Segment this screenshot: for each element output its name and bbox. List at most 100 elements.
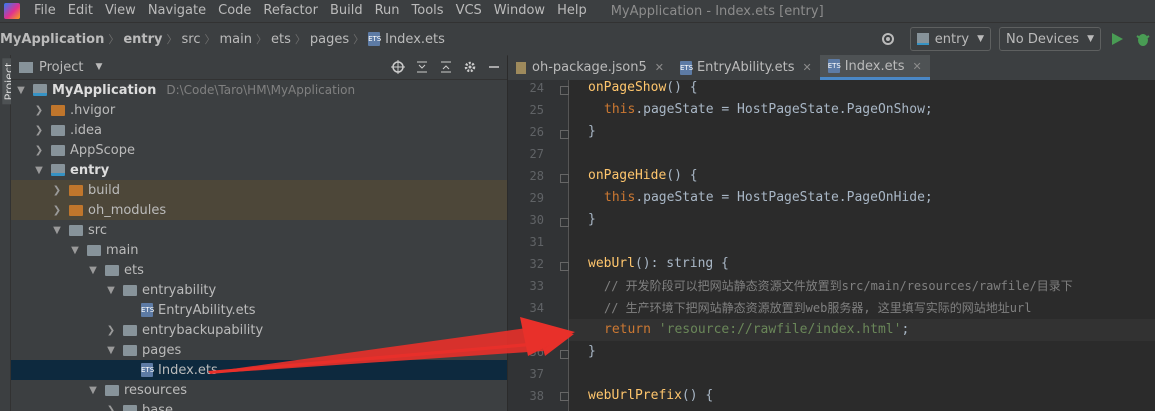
chevron-down-icon[interactable]: ▼ <box>105 285 117 296</box>
breadcrumb-item-src[interactable]: src <box>182 32 201 47</box>
tree-row-appscope[interactable]: ❯ AppScope <box>11 140 507 160</box>
breadcrumb-item-project[interactable]: MyApplication <box>0 32 104 47</box>
chevron-right-icon: 〉 <box>166 33 178 46</box>
line-number: 36 <box>529 345 544 359</box>
run-config-label: entry <box>934 31 970 47</box>
tree-row-entryability-file[interactable]: ETS EntryAbility.ets <box>11 300 507 320</box>
code-comment-line: // 开发阶段可以把网站静态资源文件放置到src/main/resources/… <box>604 279 1073 293</box>
code-editor[interactable]: onPageShow() { this.pageState = HostPage… <box>569 80 1155 411</box>
close-icon[interactable]: ✕ <box>913 60 922 73</box>
fold-marker-icon[interactable] <box>560 262 569 271</box>
chevron-down-icon[interactable]: ▼ <box>33 165 45 176</box>
breadcrumb-item-ets[interactable]: ets <box>271 32 291 47</box>
tab-index[interactable]: ETS Index.ets ✕ <box>819 55 930 80</box>
chevron-right-icon[interactable]: ❯ <box>33 145 45 156</box>
module-folder-icon <box>51 164 65 176</box>
tree-row-ets[interactable]: ▼ ets <box>11 260 507 280</box>
tree-row-hvigor[interactable]: ❯ .hvigor <box>11 100 507 120</box>
code-line: } <box>588 212 596 227</box>
run-config-dropdown[interactable]: entry ▼ <box>909 27 992 51</box>
tab-label: oh-package.json5 <box>532 60 647 75</box>
menu-code[interactable]: Code <box>212 0 257 22</box>
target-icon[interactable] <box>880 31 896 47</box>
menu-build[interactable]: Build <box>324 0 369 22</box>
folder-icon <box>123 344 137 356</box>
locate-icon[interactable] <box>391 60 405 74</box>
chevron-down-icon[interactable]: ▼ <box>15 85 27 96</box>
breadcrumb-item-pages[interactable]: pages <box>310 32 349 47</box>
ets-file-icon: ETS <box>679 60 693 75</box>
fold-marker-icon[interactable] <box>560 392 569 401</box>
tree-row-entry[interactable]: ▼ entry <box>11 160 507 180</box>
menu-edit[interactable]: Edit <box>62 0 99 22</box>
chevron-right-icon[interactable]: ❯ <box>51 205 63 216</box>
dropdown-arrow-icon[interactable]: ▼ <box>95 62 102 72</box>
folder-icon <box>51 124 65 136</box>
tree-row-entrybackupability[interactable]: ❯ entrybackupability <box>11 320 507 340</box>
tree-row-entryability[interactable]: ▼ entryability <box>11 280 507 300</box>
project-tree: ▼ MyApplication D:\Code\Taro\HM\MyApplic… <box>11 80 507 411</box>
breadcrumb-item-module[interactable]: entry <box>123 32 162 47</box>
folder-icon <box>105 264 119 276</box>
chevron-down-icon[interactable]: ▼ <box>87 385 99 396</box>
chevron-right-icon[interactable]: ❯ <box>105 405 117 411</box>
folder-icon <box>123 284 137 296</box>
tree-row-resources[interactable]: ▼ resources <box>11 380 507 400</box>
gear-icon[interactable] <box>463 60 477 74</box>
tab-entryability[interactable]: ETS EntryAbility.ets ✕ <box>672 55 820 80</box>
chevron-right-icon[interactable]: ❯ <box>51 185 63 196</box>
menu-help[interactable]: Help <box>551 0 593 22</box>
fold-marker-icon[interactable] <box>560 218 569 227</box>
tree-row-idea[interactable]: ❯ .idea <box>11 120 507 140</box>
chevron-down-icon[interactable]: ▼ <box>87 265 99 276</box>
fold-marker-icon[interactable] <box>560 174 569 183</box>
tree-row-src[interactable]: ▼ src <box>11 220 507 240</box>
run-icon[interactable] <box>1109 31 1125 47</box>
tree-row-base[interactable]: ❯ base <box>11 400 507 411</box>
device-dropdown[interactable]: No Devices ▼ <box>999 27 1101 51</box>
folder-icon <box>51 104 65 116</box>
breadcrumb-item-main[interactable]: main <box>220 32 252 47</box>
close-icon[interactable]: ✕ <box>802 61 811 74</box>
fold-marker-icon[interactable] <box>560 130 569 139</box>
menu-view[interactable]: View <box>99 0 142 22</box>
menu-tools[interactable]: Tools <box>406 0 450 22</box>
menu-navigate[interactable]: Navigate <box>142 0 212 22</box>
debug-icon[interactable] <box>1135 31 1151 47</box>
fold-marker-icon[interactable] <box>560 86 569 95</box>
collapse-all-icon[interactable] <box>439 60 453 74</box>
tree-row-oh-modules[interactable]: ❯ oh_modules <box>11 200 507 220</box>
folder-icon <box>105 384 119 396</box>
close-icon[interactable]: ✕ <box>655 61 664 74</box>
tree-row-pages[interactable]: ▼ pages <box>11 340 507 360</box>
line-number: 37 <box>529 367 544 381</box>
breadcrumb-item-file[interactable]: Index.ets <box>385 32 445 47</box>
tree-row-root[interactable]: ▼ MyApplication D:\Code\Taro\HM\MyApplic… <box>11 80 507 100</box>
menu-vcs[interactable]: VCS <box>450 0 488 22</box>
menu-refactor[interactable]: Refactor <box>257 0 324 22</box>
folder-icon <box>123 404 137 411</box>
line-number: 28 <box>529 169 544 183</box>
chevron-right-icon[interactable]: ❯ <box>105 325 117 336</box>
chevron-down-icon[interactable]: ▼ <box>51 225 63 236</box>
folder-icon <box>123 324 137 336</box>
tree-label: .hvigor <box>70 102 116 118</box>
chevron-down-icon[interactable]: ▼ <box>69 245 81 256</box>
tree-row-index-file[interactable]: ETS Index.ets <box>11 360 507 380</box>
tool-window-strip: Project <box>0 55 16 411</box>
line-number: 38 <box>529 389 544 403</box>
menu-window[interactable]: Window <box>488 0 551 22</box>
tree-row-main[interactable]: ▼ main <box>11 240 507 260</box>
minimize-icon[interactable] <box>487 60 501 74</box>
project-view-selector[interactable]: Project <box>39 60 83 75</box>
tree-row-build[interactable]: ❯ build <box>11 180 507 200</box>
menu-file[interactable]: File <box>28 0 62 22</box>
menu-run[interactable]: Run <box>369 0 406 22</box>
expand-all-icon[interactable] <box>415 60 429 74</box>
chevron-down-icon[interactable]: ▼ <box>105 345 117 356</box>
chevron-right-icon[interactable]: ❯ <box>33 105 45 116</box>
code-line: webUrlPrefix() { <box>588 388 714 403</box>
chevron-right-icon[interactable]: ❯ <box>33 125 45 136</box>
line-number: 35 <box>529 323 544 337</box>
fold-marker-icon[interactable] <box>560 350 569 359</box>
